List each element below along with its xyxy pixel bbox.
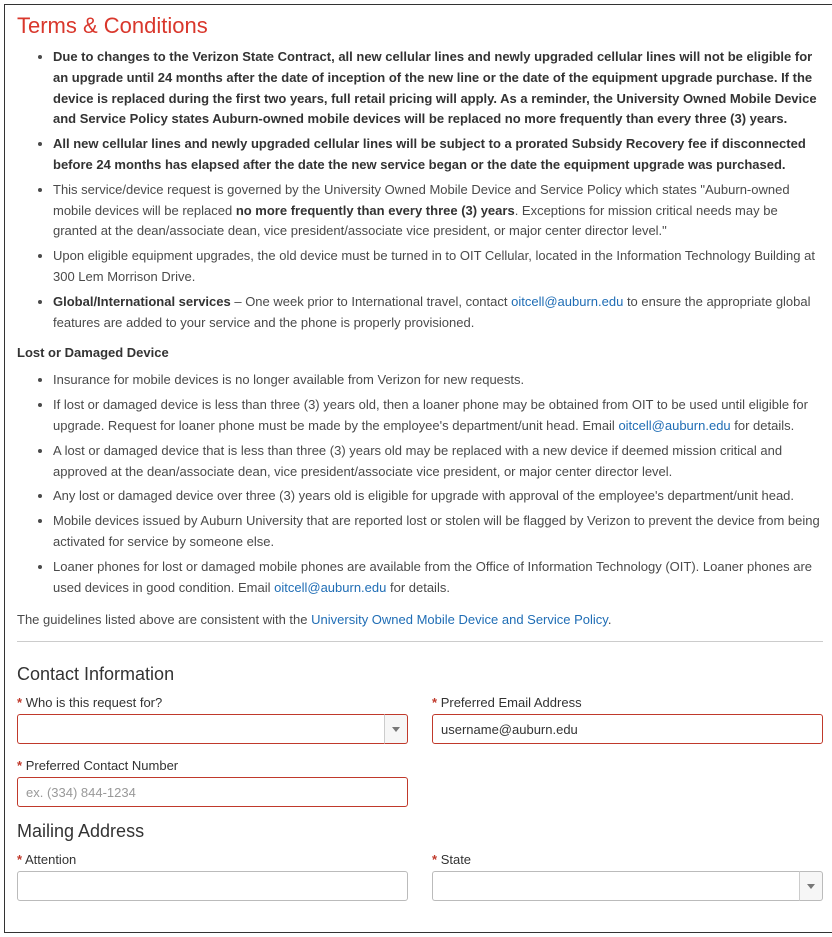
state-combo[interactable] (432, 871, 823, 901)
state-label: * State (432, 852, 823, 867)
list-item: Due to changes to the Verizon State Cont… (53, 47, 823, 130)
list-item: This service/device request is governed … (53, 180, 823, 242)
terms-heading: Terms & Conditions (17, 13, 823, 39)
who-label: * Who is this request for? (17, 695, 408, 710)
contact-heading: Contact Information (17, 664, 823, 685)
list-item: Upon eligible equipment upgrades, the ol… (53, 246, 823, 288)
who-input[interactable] (17, 714, 384, 744)
lost-heading: Lost or Damaged Device (17, 345, 823, 360)
who-dropdown-button[interactable] (384, 714, 408, 744)
state-input[interactable] (432, 871, 799, 901)
list-item: All new cellular lines and newly upgrade… (53, 134, 823, 176)
list-item: Insurance for mobile devices is no longe… (53, 370, 823, 391)
form-container: Terms & Conditions Due to changes to the… (4, 4, 832, 933)
email-link[interactable]: oitcell@auburn.edu (274, 580, 386, 595)
chevron-down-icon (392, 727, 400, 732)
state-dropdown-button[interactable] (799, 871, 823, 901)
list-item: Any lost or damaged device over three (3… (53, 486, 823, 507)
list-item: Loaner phones for lost or damaged mobile… (53, 557, 823, 599)
who-combo[interactable] (17, 714, 408, 744)
list-item: A lost or damaged device that is less th… (53, 441, 823, 483)
mailing-heading: Mailing Address (17, 821, 823, 842)
email-link[interactable]: oitcell@auburn.edu (618, 418, 730, 433)
email-input[interactable] (432, 714, 823, 744)
policy-link[interactable]: University Owned Mobile Device and Servi… (311, 612, 608, 627)
list-item: Mobile devices issued by Auburn Universi… (53, 511, 823, 553)
email-label: * Preferred Email Address (432, 695, 823, 710)
phone-input[interactable] (17, 777, 408, 807)
attention-label: * Attention (17, 852, 408, 867)
lost-list: Insurance for mobile devices is no longe… (17, 370, 823, 598)
chevron-down-icon (807, 884, 815, 889)
attention-input[interactable] (17, 871, 408, 901)
list-item: Global/International services – One week… (53, 292, 823, 334)
phone-label: * Preferred Contact Number (17, 758, 408, 773)
terms-list: Due to changes to the Verizon State Cont… (17, 47, 823, 333)
divider (17, 641, 823, 642)
email-link[interactable]: oitcell@auburn.edu (511, 294, 623, 309)
guidelines-text: The guidelines listed above are consiste… (17, 610, 823, 631)
list-item: If lost or damaged device is less than t… (53, 395, 823, 437)
